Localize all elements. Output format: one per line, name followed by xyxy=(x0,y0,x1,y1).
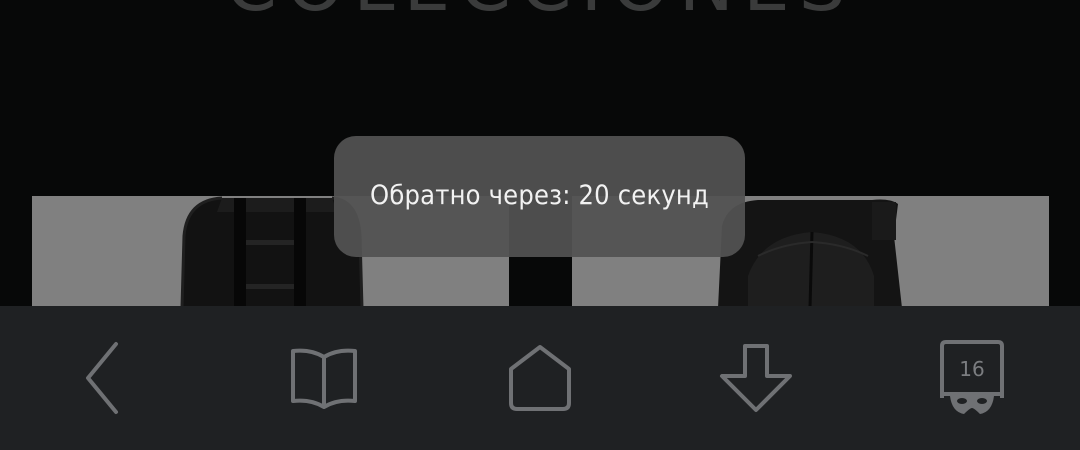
page-heading: COLECCIONES xyxy=(0,0,1080,22)
back-arrow-icon xyxy=(86,342,118,414)
tab-count: 16 xyxy=(959,357,984,381)
browser-bottom-bar: 16 xyxy=(0,306,1080,450)
tabs-incognito-icon: 16 xyxy=(940,340,1004,414)
home-button[interactable] xyxy=(492,336,588,420)
tabs-button[interactable]: 16 xyxy=(924,336,1020,420)
back-button[interactable] xyxy=(60,336,156,420)
browser-page: COLECCIONES Обратно через: 20 сек xyxy=(0,0,1080,450)
bookmarks-button[interactable] xyxy=(276,336,372,420)
home-icon xyxy=(509,345,571,411)
book-icon xyxy=(291,348,357,409)
toast-notification: Обратно через: 20 секунд xyxy=(334,136,745,257)
toast-message: Обратно через: 20 секунд xyxy=(370,180,709,211)
download-icon xyxy=(720,344,792,412)
downloads-button[interactable] xyxy=(708,336,804,420)
